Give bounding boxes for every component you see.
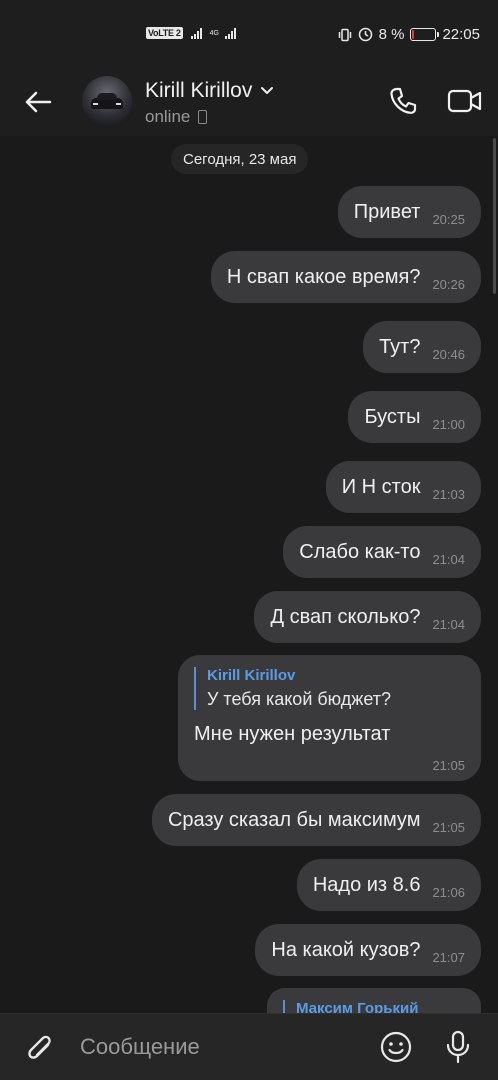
message-text: На какой кузов? xyxy=(271,938,421,961)
message-text: Привет xyxy=(353,200,421,223)
chevron-down-icon xyxy=(261,87,274,94)
reply-message-bubble[interactable]: Kirill Kirillov У тебя какой бюджет? Мне… xyxy=(178,655,481,781)
clock: 22:05 xyxy=(442,26,480,43)
message-text: Н свап какое время? xyxy=(226,265,421,288)
message-bubble[interactable]: И Н сток 21:03 xyxy=(325,461,481,513)
voice-message-button[interactable] xyxy=(440,1028,476,1066)
message-time: 21:06 xyxy=(432,884,465,900)
status-right: 8 % 22:05 xyxy=(338,26,480,43)
message-time: 21:05 xyxy=(432,758,465,773)
date-separator: Сегодня, 23 мая xyxy=(171,144,309,174)
power-saving-icon xyxy=(358,27,372,42)
message-bubble[interactable]: На какой кузов? 21:07 xyxy=(255,924,481,976)
video-call-button[interactable] xyxy=(444,82,486,120)
message-time: 20:26 xyxy=(432,276,465,292)
contact-name: Kirill Kirillov xyxy=(145,79,253,102)
contact-status: online xyxy=(145,107,191,126)
quote-author: Максим Горький xyxy=(296,1000,419,1013)
signal-icon xyxy=(190,27,202,39)
message-time: 21:05 xyxy=(432,819,465,835)
emoji-button[interactable] xyxy=(378,1029,414,1065)
contact-status-row: online xyxy=(145,107,208,127)
partial-reply-bubble[interactable]: Максим Горький xyxy=(267,988,481,1013)
message-text: Бусты xyxy=(364,405,421,428)
avatar[interactable] xyxy=(82,76,132,126)
message-time: 21:07 xyxy=(432,949,465,965)
message-bubble[interactable]: Сразу сказал бы максимум 21:05 xyxy=(151,794,481,846)
status-bar: VoLTE 2 4G 8 % 22:05 xyxy=(0,0,498,70)
message-time: 21:00 xyxy=(432,416,465,432)
message-time: 21:03 xyxy=(432,486,465,502)
message-text: Тут? xyxy=(379,335,421,358)
volte-badge: VoLTE 2 xyxy=(146,27,183,39)
message-text: Мне нужен результат xyxy=(194,723,391,745)
message-time: 21:04 xyxy=(432,616,465,632)
message-text: Надо из 8.6 xyxy=(312,873,421,896)
paperclip-icon xyxy=(28,1035,51,1059)
back-button[interactable] xyxy=(20,84,56,120)
message-bubble[interactable]: Бусты 21:00 xyxy=(348,391,481,443)
message-composer xyxy=(0,1013,498,1080)
message-text: И Н сток xyxy=(341,475,421,498)
quote-text: У тебя какой бюджет? xyxy=(207,689,391,709)
mobile-device-icon xyxy=(198,110,208,124)
call-button[interactable] xyxy=(384,82,422,120)
signal-icon-2 xyxy=(224,27,236,39)
vibrate-icon xyxy=(338,28,351,41)
message-text: Д свап сколько? xyxy=(270,605,421,628)
arrow-left-icon xyxy=(25,91,52,113)
battery-percent: 8 % xyxy=(378,26,405,43)
message-bubble[interactable]: Слабо как-то 21:04 xyxy=(283,526,481,578)
message-list[interactable]: Сегодня, 23 мая Привет 20:25 Н свап како… xyxy=(0,136,498,1013)
message-time: 21:04 xyxy=(432,551,465,567)
message-bubble[interactable]: Н свап какое время? 20:26 xyxy=(210,251,481,303)
scrollbar[interactable] xyxy=(493,138,496,294)
network-badge: 4G xyxy=(209,29,219,37)
phone-icon xyxy=(390,87,417,114)
status-left: VoLTE 2 4G xyxy=(146,27,236,39)
message-text: Слабо как-то xyxy=(299,540,421,563)
quoted-message[interactable]: Максим Горький xyxy=(283,1000,465,1013)
contact-name-row[interactable]: Kirill Kirillov xyxy=(145,79,274,103)
chat-header: Kirill Kirillov online xyxy=(0,70,498,136)
message-bubble[interactable]: Д свап сколько? 21:04 xyxy=(254,591,481,643)
message-time: 20:25 xyxy=(432,211,465,227)
battery-icon xyxy=(410,28,440,41)
message-bubble[interactable]: Привет 20:25 xyxy=(337,186,481,238)
message-bubble[interactable]: Надо из 8.6 21:06 xyxy=(296,859,481,911)
microphone-icon xyxy=(446,1030,470,1064)
message-bubble[interactable]: Тут? 20:46 xyxy=(363,321,481,373)
attach-button[interactable] xyxy=(22,1030,56,1064)
quoted-message[interactable]: Kirill Kirillov У тебя какой бюджет? xyxy=(194,667,465,710)
message-input[interactable] xyxy=(80,1032,360,1062)
quote-author: Kirill Kirillov xyxy=(207,667,296,684)
video-camera-icon xyxy=(447,89,482,113)
message-text: Сразу сказал бы максимум xyxy=(167,808,421,831)
message-time: 20:46 xyxy=(432,346,465,362)
smile-icon xyxy=(380,1031,412,1063)
